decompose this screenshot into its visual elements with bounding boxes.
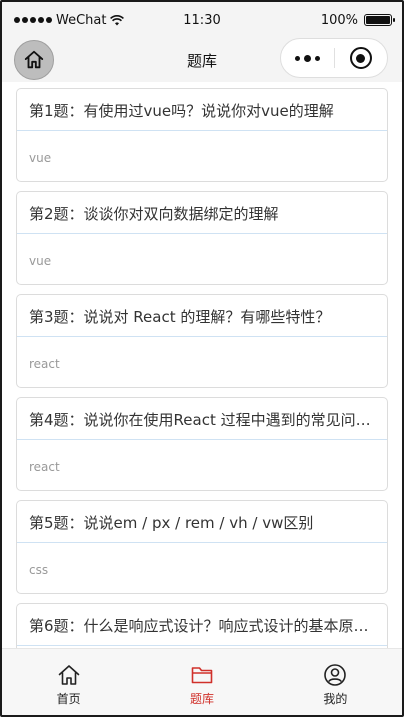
tab-label: 题库 [189, 692, 214, 706]
battery-icon [364, 14, 395, 26]
status-right: 100% [320, 12, 395, 28]
battery-percent: 100% [320, 12, 358, 28]
more-dot-icon [303, 54, 311, 62]
wifi-icon [110, 14, 125, 25]
tab-question-bank[interactable]: 题库 [135, 649, 268, 715]
signal-icon [14, 17, 52, 23]
question-tag: css [29, 563, 49, 577]
folder-icon [191, 667, 213, 684]
home-icon [58, 665, 79, 685]
question-card[interactable]: 第1题：有使用过vue吗？说说你对vue的理解 vue [16, 88, 388, 182]
carrier-label: WeChat [56, 12, 107, 28]
tab-bar: 首页 题库 我的 [2, 648, 402, 715]
question-card[interactable]: 第2题：谈谈你对双向数据绑定的理解 vue [16, 191, 388, 285]
question-card[interactable]: 第6题：什么是响应式设计？响应式设计的基本原理是什么？ css [16, 603, 388, 652]
question-tag: react [29, 357, 60, 371]
question-tag: vue [29, 151, 52, 165]
status-bar: WeChat 11:30 100% [2, 2, 402, 38]
question-list: 第1题：有使用过vue吗？说说你对vue的理解 vue 第2题：谈谈你对双向数据… [2, 82, 402, 652]
status-left: WeChat [14, 12, 125, 28]
tab-home[interactable]: 首页 [2, 649, 135, 715]
question-title: 第5题：说说em / px / rem / vh / vw区别 [17, 501, 387, 543]
question-card[interactable]: 第3题：说说对 React 的理解？有哪些特性？ react [16, 294, 388, 388]
question-tag: vue [29, 254, 52, 268]
question-card[interactable]: 第5题：说说em / px / rem / vh / vw区别 css [16, 500, 388, 594]
tab-profile[interactable]: 我的 [269, 649, 402, 715]
question-title: 第1题：有使用过vue吗？说说你对vue的理解 [17, 89, 387, 131]
close-miniprogram-button[interactable] [335, 47, 388, 69]
question-card[interactable]: 第4题：说说你在使用React 过程中遇到的常见问题？ react [16, 397, 388, 491]
more-button[interactable] [281, 54, 334, 62]
question-title: 第4题：说说你在使用React 过程中遇到的常见问题？ [17, 398, 387, 440]
question-tag: react [29, 460, 60, 474]
more-dot-icon [314, 55, 320, 61]
target-icon [349, 47, 372, 69]
question-title: 第6题：什么是响应式设计？响应式设计的基本原理是什么？ [17, 604, 387, 646]
phone-frame: WeChat 11:30 100% 题库 第1题：有使用过vue吗？说说你对vu… [0, 0, 404, 717]
question-title: 第3题：说说对 React 的理解？有哪些特性？ [17, 295, 387, 337]
user-icon [324, 664, 347, 686]
question-title: 第2题：谈谈你对双向数据绑定的理解 [17, 192, 387, 234]
menu-capsule [280, 38, 388, 78]
tab-label: 我的 [323, 692, 348, 706]
more-dot-icon [294, 55, 300, 61]
navigation-bar: 题库 [2, 38, 402, 82]
tab-label: 首页 [56, 692, 81, 706]
